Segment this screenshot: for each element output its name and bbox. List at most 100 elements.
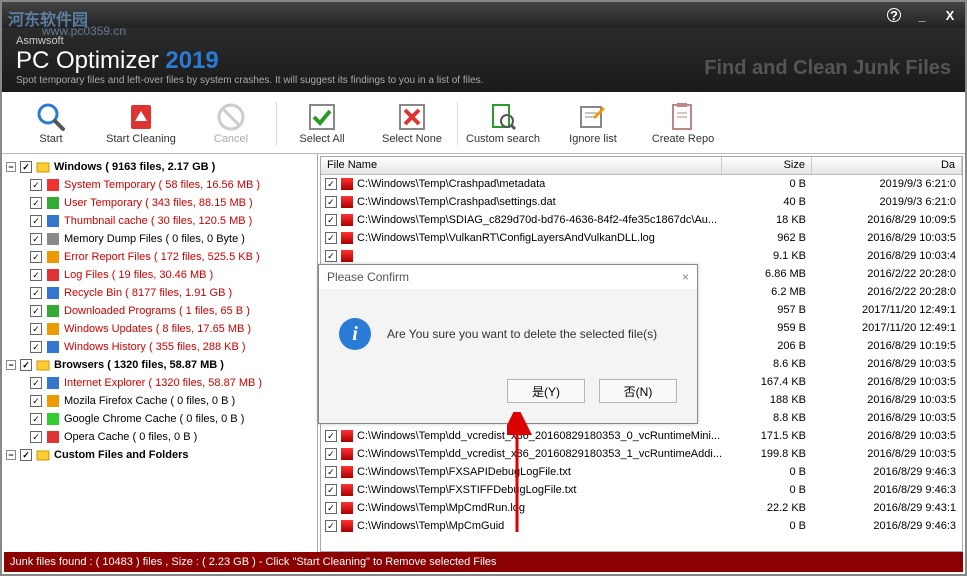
col-filename[interactable]: File Name xyxy=(321,157,722,174)
file-icon xyxy=(341,520,353,532)
tree-item-label: Internet Explorer ( 1320 files, 58.87 MB… xyxy=(64,377,262,389)
custom-search-button[interactable]: Custom search xyxy=(458,94,548,152)
table-row[interactable]: ✓C:\Windows\Temp\MpCmdRun.log22.2 KB2016… xyxy=(321,499,962,517)
tree-item[interactable]: ✓ Thumbnail cache ( 30 files, 120.5 MB ) xyxy=(6,212,313,230)
checkbox[interactable]: ✓ xyxy=(325,520,337,532)
checkbox[interactable]: ✓ xyxy=(30,197,42,209)
checkbox[interactable]: ✓ xyxy=(325,178,337,190)
table-row[interactable]: ✓C:\Windows\Temp\dd_vcredist_x86_2016082… xyxy=(321,427,962,445)
file-name: C:\Windows\Temp\VulkanRT\ConfigLayersAnd… xyxy=(357,232,655,244)
checkbox[interactable]: ✓ xyxy=(30,305,42,317)
checkbox[interactable]: ✓ xyxy=(20,161,32,173)
table-row[interactable]: ✓C:\Windows\Temp\FXSAPIDebugLogFile.txt0… xyxy=(321,463,962,481)
tree-item[interactable]: ✓Downloaded Programs ( 1 files, 65 B ) xyxy=(6,302,313,320)
category-icon xyxy=(46,268,60,282)
checkbox[interactable]: ✓ xyxy=(30,233,42,245)
tree-item[interactable]: ✓System Temporary ( 58 files, 16.56 MB ) xyxy=(6,176,313,194)
help-icon[interactable]: ? xyxy=(887,8,901,22)
file-size: 957 B xyxy=(722,304,812,316)
toolbar: Start Start Cleaning Cancel Select All xyxy=(2,92,965,154)
category-icon xyxy=(46,232,60,246)
checkbox[interactable]: ✓ xyxy=(30,179,42,191)
tree-item[interactable]: ✓Mozila Firefox Cache ( 0 files, 0 B ) xyxy=(6,392,313,410)
checkbox[interactable]: ✓ xyxy=(325,232,337,244)
checkbox[interactable]: ✓ xyxy=(325,214,337,226)
dialog-close-icon[interactable]: × xyxy=(682,270,689,284)
checkbox[interactable]: ✓ xyxy=(30,413,42,425)
create-report-button[interactable]: Create Repo xyxy=(638,94,728,152)
checkbox[interactable]: ✓ xyxy=(20,359,32,371)
table-row[interactable]: ✓ C:\Windows\Temp\FXSTIFFDebugLogFile.txt… xyxy=(321,481,962,499)
table-row[interactable]: ✓C:\Windows\Temp\SDIAG_c829d70d-bd76-463… xyxy=(321,211,962,229)
checkbox[interactable]: ✓ xyxy=(325,466,337,478)
expander-icon[interactable]: − xyxy=(6,360,16,370)
report-icon xyxy=(667,101,699,133)
table-row[interactable]: ✓C:\Windows\Temp\MpCmGuid0 B2016/8/29 9:… xyxy=(321,517,962,535)
checkbox[interactable]: ✓ xyxy=(325,484,337,496)
file-size: 0 B xyxy=(722,520,812,532)
file-date: 2016/8/29 10:19:5 xyxy=(812,340,962,352)
tree-item[interactable]: ✓Recycle Bin ( 8177 files, 1.91 GB ) xyxy=(6,284,313,302)
minimize-icon[interactable]: _ xyxy=(915,8,929,22)
ignore-list-button[interactable]: Ignore list xyxy=(548,94,638,152)
checkbox[interactable]: ✓ xyxy=(325,430,337,442)
select-none-button[interactable]: Select None xyxy=(367,94,457,152)
checkbox[interactable]: ✓ xyxy=(30,215,42,227)
checkbox[interactable]: ✓ xyxy=(325,502,337,514)
file-date: 2017/11/20 12:49:1 xyxy=(812,322,962,334)
file-icon xyxy=(341,448,353,460)
table-row[interactable]: ✓C:\Windows\Temp\Crashpad\settings.dat40… xyxy=(321,193,962,211)
checkbox[interactable]: ✓ xyxy=(30,269,42,281)
select-all-button[interactable]: Select All xyxy=(277,94,367,152)
tree-item[interactable]: ✓Memory Dump Files ( 0 files, 0 Byte ) xyxy=(6,230,313,248)
col-size[interactable]: Size xyxy=(722,157,812,174)
table-row[interactable]: ✓ C:\Windows\Temp\dd_vcredist_x86_2016082… xyxy=(321,445,962,463)
checkbox[interactable]: ✓ xyxy=(30,341,42,353)
checkbox[interactable]: ✓ xyxy=(20,449,32,461)
file-size: 0 B xyxy=(722,466,812,478)
table-row[interactable]: ✓9.1 KB2016/8/29 10:03:4 xyxy=(321,247,962,265)
tree-group[interactable]: −✓Browsers ( 1320 files, 58.87 MB ) xyxy=(6,356,313,374)
tree-group[interactable]: −✓Custom Files and Folders xyxy=(6,446,313,464)
checkbox[interactable]: ✓ xyxy=(30,395,42,407)
checkbox[interactable]: ✓ xyxy=(30,377,42,389)
file-icon xyxy=(341,214,353,226)
file-size: 206 B xyxy=(722,340,812,352)
file-size: 6.2 MB xyxy=(722,286,812,298)
dialog-no-button[interactable]: 否(N) xyxy=(599,379,677,403)
expander-icon[interactable]: − xyxy=(6,162,16,172)
dialog-yes-button[interactable]: 是(Y) xyxy=(507,379,585,403)
start-button[interactable]: Start xyxy=(6,94,96,152)
file-size: 40 B xyxy=(722,196,812,208)
checkbox[interactable]: ✓ xyxy=(30,251,42,263)
checkbox[interactable]: ✓ xyxy=(30,287,42,299)
tree-item[interactable]: ✓Windows History ( 355 files, 288 KB ) xyxy=(6,338,313,356)
banner-sub: Spot temporary files and left-over files… xyxy=(16,75,483,86)
checkbox[interactable]: ✓ xyxy=(325,448,337,460)
checkbox[interactable]: ✓ xyxy=(30,431,42,443)
close-icon[interactable]: X xyxy=(943,8,957,22)
checkbox[interactable]: ✓ xyxy=(325,250,337,262)
checkbox[interactable]: ✓ xyxy=(325,196,337,208)
tree-group[interactable]: −✓Windows ( 9163 files, 2.17 GB ) xyxy=(6,158,313,176)
tree-pane[interactable]: −✓Windows ( 9163 files, 2.17 GB )✓System… xyxy=(2,154,318,554)
tree-item[interactable]: ✓Log Files ( 19 files, 30.46 MB ) xyxy=(6,266,313,284)
table-row[interactable]: ✓ C:\Windows\Temp\VulkanRT\ConfigLayersAn… xyxy=(321,229,962,247)
expander-icon[interactable]: − xyxy=(6,450,16,460)
col-date[interactable]: Da xyxy=(812,157,962,174)
tree-item[interactable]: ✓ Internet Explorer ( 1320 files, 58.87 M… xyxy=(6,374,313,392)
tree-item[interactable]: ✓Error Report Files ( 172 files, 525.5 K… xyxy=(6,248,313,266)
file-name: C:\Windows\Temp\dd_vcredist_x86_20160829… xyxy=(357,448,722,460)
tree-item[interactable]: ✓Opera Cache ( 0 files, 0 B ) xyxy=(6,428,313,446)
file-size: 0 B xyxy=(722,178,812,190)
category-icon xyxy=(46,340,60,354)
tree-item-label: Windows Updates ( 8 files, 17.65 MB ) xyxy=(64,323,251,335)
table-row[interactable]: ✓C:\Windows\Temp\Crashpad\metadata0 B201… xyxy=(321,175,962,193)
tree-item[interactable]: ✓Google Chrome Cache ( 0 files, 0 B ) xyxy=(6,410,313,428)
tree-item[interactable]: ✓User Temporary ( 343 files, 88.15 MB ) xyxy=(6,194,313,212)
checkbox[interactable]: ✓ xyxy=(30,323,42,335)
file-name: C:\Windows\Temp\FXSTIFFDebugLogFile.txt xyxy=(357,484,576,496)
tree-item[interactable]: ✓ Windows Updates ( 8 files, 17.65 MB ) xyxy=(6,320,313,338)
tree-item-label: Thumbnail cache ( 30 files, 120.5 MB ) xyxy=(64,215,252,227)
start-cleaning-button[interactable]: Start Cleaning xyxy=(96,94,186,152)
